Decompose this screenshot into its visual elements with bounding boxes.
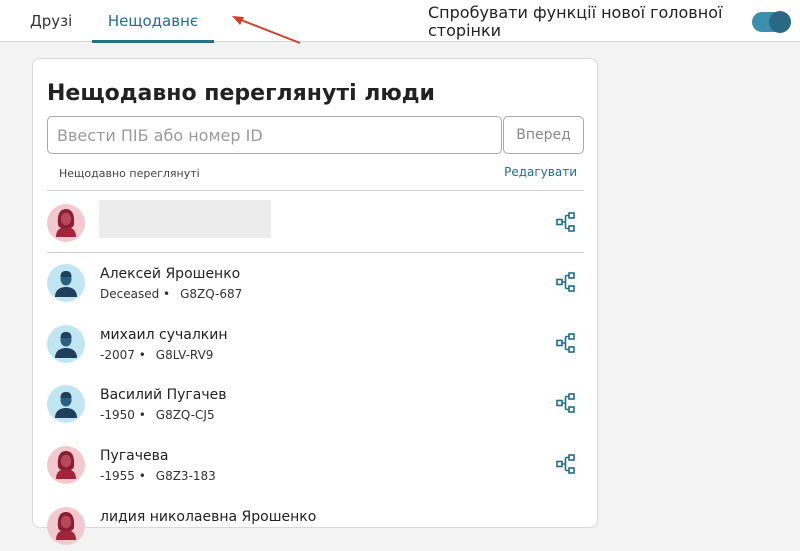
female-avatar-icon	[47, 204, 85, 242]
try-new-homepage-label: Спробувати функції нової головної сторін…	[428, 3, 723, 40]
person-id: G8ZQ-CJ5	[155, 408, 215, 422]
annotation-arrow-icon	[232, 16, 301, 44]
list-item[interactable]: михаил сучалкин -2007 • G8LV-RV9	[47, 321, 584, 369]
tab-friends[interactable]: Друзі	[30, 0, 72, 42]
female-avatar-icon	[47, 446, 85, 484]
male-avatar-icon	[47, 264, 85, 302]
female-avatar-icon	[47, 507, 85, 545]
top-nav-bar: Друзі Нещодавнє Спробувати функції нової…	[0, 0, 800, 44]
recent-people-card: Нещодавно переглянуті люди Вперед Нещода…	[32, 58, 598, 545]
person-id: G8Z3-183	[155, 469, 216, 483]
list-item[interactable]: лидия николаевна Ярошенко	[47, 503, 584, 551]
person-meta: -2007 • G8LV-RV9	[100, 348, 214, 362]
male-avatar-icon	[47, 325, 85, 363]
list-item[interactable]	[47, 200, 584, 248]
toggle-knob	[769, 11, 791, 33]
list-divider	[47, 190, 584, 191]
person-name[interactable]: Алексей Ярошенко	[100, 266, 240, 282]
search-input[interactable]	[47, 116, 502, 154]
tab-recent-label: Нещодавнє	[107, 12, 199, 30]
person-name[interactable]: Пугачева	[100, 448, 168, 464]
person-meta: -1950 • G8ZQ-CJ5	[100, 408, 215, 422]
go-button[interactable]: Вперед	[503, 116, 584, 154]
person-id: G8LV-RV9	[155, 348, 214, 362]
person-lifespan: Deceased	[100, 287, 160, 301]
person-lifespan: -1950	[100, 408, 135, 422]
family-tree-icon[interactable]	[556, 333, 576, 353]
person-name[interactable]: михаил сучалкин	[100, 327, 228, 343]
person-lifespan: -1955	[100, 469, 135, 483]
person-name[interactable]: Василий Пугачев	[100, 387, 226, 403]
male-avatar-icon	[47, 385, 85, 423]
person-meta: Deceased • G8ZQ-687	[100, 287, 243, 301]
active-tab-underline	[92, 40, 214, 43]
family-tree-icon[interactable]	[556, 393, 576, 413]
person-meta: -1955 • G8Z3-183	[100, 469, 216, 483]
person-id: G8ZQ-687	[180, 287, 243, 301]
redacted-name-block	[99, 200, 271, 238]
list-divider	[47, 252, 584, 253]
person-name[interactable]: лидия николаевна Ярошенко	[100, 509, 316, 525]
family-tree-icon[interactable]	[556, 212, 576, 232]
edit-link[interactable]: Редагувати	[504, 165, 577, 179]
tab-recent[interactable]: Нещодавнє	[92, 0, 214, 43]
list-item[interactable]: Пугачева -1955 • G8Z3-183	[47, 442, 584, 490]
new-homepage-toggle[interactable]	[752, 11, 791, 33]
list-header: Нещодавно переглянуті	[59, 167, 200, 180]
list-item[interactable]: Василий Пугачев -1950 • G8ZQ-CJ5	[47, 381, 584, 429]
person-lifespan: -2007	[100, 348, 135, 362]
card-title: Нещодавно переглянуті люди	[47, 81, 435, 106]
family-tree-icon[interactable]	[556, 272, 576, 292]
family-tree-icon[interactable]	[556, 454, 576, 474]
list-item[interactable]: Алексей Ярошенко Deceased • G8ZQ-687	[47, 260, 584, 308]
